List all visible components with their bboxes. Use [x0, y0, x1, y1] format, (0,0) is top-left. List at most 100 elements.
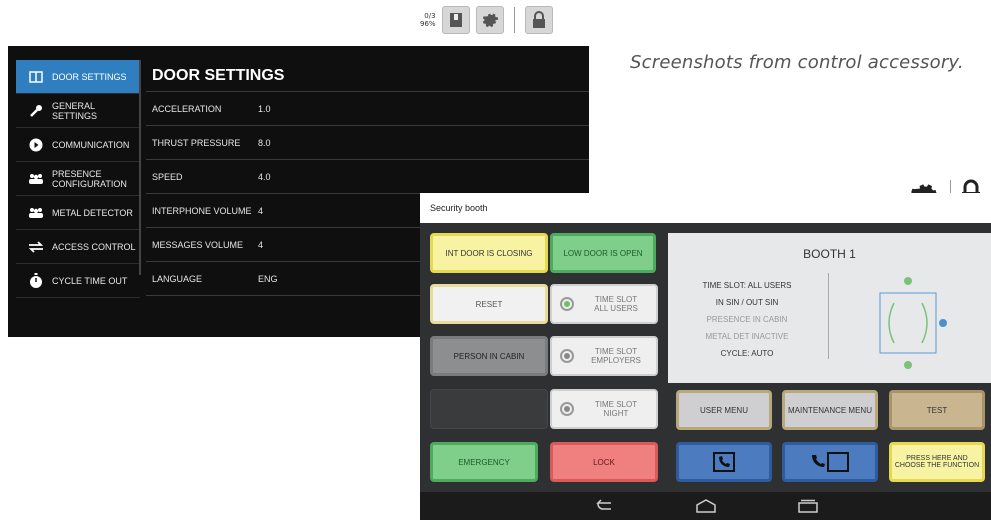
button-label: TIME SLOT EMPLOYERS [591, 347, 641, 365]
button-label: PERSON IN CABIN [453, 351, 525, 361]
booth-info-line: METAL DET INACTIVE [705, 332, 789, 341]
sidebar-scrollbar[interactable] [139, 60, 141, 275]
lock-button[interactable] [524, 6, 553, 34]
sidebar-item-label: ACCESS CONTROL [52, 241, 136, 252]
setting-label: THRUST PRESSURE [152, 137, 241, 148]
settings-button[interactable] [475, 6, 504, 34]
setting-value: 8.0 [258, 137, 271, 148]
person-in-cabin-button[interactable]: PERSON IN CABIN [430, 336, 548, 376]
maintenance-menu-button[interactable]: MAINTENANCE MENU [782, 390, 878, 430]
booth-info-line: PRESENCE IN CABIN [706, 315, 788, 324]
booth-info-line: IN SIN / OUT SIN [715, 298, 779, 307]
test-button[interactable]: TEST [889, 390, 985, 430]
android-nav-bar [420, 492, 991, 520]
security-booth-panel: Security booth INT DOOR IS CLOSING LOW D… [420, 193, 991, 520]
phone-icon [713, 452, 735, 472]
setting-row-acceleration[interactable]: ACCELERATION 1.0 [146, 92, 589, 126]
setting-label: ACCELERATION [152, 103, 222, 114]
stopwatch-icon [28, 272, 44, 289]
sidebar-item-general-settings[interactable]: GENERAL SETTINGS [16, 94, 140, 128]
setting-label: SPEED [152, 171, 183, 182]
home-icon[interactable] [695, 499, 717, 513]
button-label: PRESS HERE AND CHOOSE THE FUNCTION [894, 455, 980, 469]
book-icon [449, 13, 462, 27]
emergency-button[interactable]: EMERGENCY [430, 442, 538, 482]
setting-label: LANGUAGE [152, 273, 203, 284]
lock-button[interactable]: LOCK [550, 442, 658, 482]
play-icon [28, 137, 44, 153]
setting-value: 1.0 [258, 103, 271, 114]
top-status-strip: 0/3 96% [420, 4, 553, 36]
button-label: RESET [475, 299, 503, 309]
sidebar-item-door-settings[interactable]: DOOR SETTINGS [16, 60, 140, 94]
sidebar-item-label: GENERAL SETTINGS [52, 100, 98, 121]
button-label: LOCK [593, 457, 615, 467]
booth-diagram-icon [879, 277, 947, 369]
page-title: DOOR SETTINGS [146, 60, 589, 92]
empty-slot-button[interactable] [430, 389, 548, 429]
sidebar-item-communication[interactable]: COMMUNICATION [16, 128, 140, 162]
settings-sidebar: DOOR SETTINGS GENERAL SETTINGS COMMUNICA… [16, 60, 140, 298]
people-icon [28, 205, 44, 221]
radio-icon [560, 297, 574, 311]
radio-icon [560, 402, 574, 416]
intercom-call-button[interactable] [782, 442, 878, 482]
caption-text: Screenshots from control accessory. [630, 52, 964, 73]
button-label: TEST [926, 405, 948, 415]
setting-label: MESSAGES VOLUME [152, 239, 244, 250]
arrows-icon [28, 239, 44, 255]
button-label: TIME SLOT ALL USERS [594, 295, 638, 313]
door-icon [28, 69, 44, 85]
button-label: USER MENU [699, 405, 748, 415]
people-icon [28, 171, 44, 187]
lock-icon [532, 11, 545, 28]
radio-icon [560, 349, 574, 363]
button-label: LOW DOOR IS OPEN [563, 248, 643, 258]
back-icon[interactable] [593, 499, 615, 513]
int-door-status-button[interactable]: INT DOOR IS CLOSING [430, 233, 548, 273]
user-menu-button[interactable]: USER MENU [676, 390, 772, 430]
setting-value: 4 [258, 239, 264, 250]
press-here-button[interactable]: PRESS HERE AND CHOOSE THE FUNCTION [889, 442, 985, 482]
book-button[interactable] [441, 6, 470, 34]
button-label: MAINTENANCE MENU [787, 405, 872, 415]
sidebar-item-presence-configuration[interactable]: PRESENCE CONFIGURATION [16, 162, 140, 196]
booth-info-line: CYCLE: AUTO [720, 349, 774, 358]
sidebar-item-label: COMMUNICATION [52, 139, 130, 150]
sidebar-item-metal-detector[interactable]: METAL DETECTOR [16, 196, 140, 230]
signal-text: 0/3 [424, 12, 436, 20]
wrench-icon [28, 103, 44, 119]
phone-call-button[interactable] [676, 442, 772, 482]
sidebar-item-label: DOOR SETTINGS [52, 71, 127, 82]
booth-header: Security booth [420, 193, 991, 223]
booth-info-line: TIME SLOT: ALL USERS [702, 281, 792, 290]
battery-text: 96% [420, 20, 436, 28]
sidebar-item-label: PRESENCE CONFIGURATION [52, 168, 127, 189]
sidebar-item-label: METAL DETECTOR [52, 207, 133, 218]
phone-screen-icon [812, 452, 849, 472]
recent-apps-icon[interactable] [797, 499, 819, 513]
sidebar-item-cycle-time-out[interactable]: CYCLE TIME OUT [16, 264, 140, 298]
setting-value: 4 [258, 205, 264, 216]
button-label: TIME SLOT NIGHT [594, 400, 638, 418]
booth-status-card: BOOTH 1 TIME SLOT: ALL USERS IN SIN / OU… [668, 233, 991, 383]
toolbar-divider [513, 7, 515, 33]
card-divider [828, 273, 829, 359]
setting-value: ENG [258, 273, 278, 284]
setting-value: 4.0 [258, 171, 271, 182]
booth-title: BOOTH 1 [803, 247, 856, 261]
button-label: INT DOOR IS CLOSING [445, 248, 533, 258]
sidebar-item-label: CYCLE TIME OUT [52, 275, 128, 286]
setting-row-thrust-pressure[interactable]: THRUST PRESSURE 8.0 [146, 126, 589, 160]
booth-info: TIME SLOT: ALL USERS IN SIN / OUT SIN PR… [682, 277, 812, 362]
button-label: EMERGENCY [458, 457, 510, 467]
setting-row-speed[interactable]: SPEED 4.0 [146, 160, 589, 194]
sidebar-item-access-control[interactable]: ACCESS CONTROL [16, 230, 140, 264]
time-slot-night-button[interactable]: TIME SLOT NIGHT [550, 389, 658, 429]
time-slot-employers-button[interactable]: TIME SLOT EMPLOYERS [550, 336, 658, 376]
time-slot-all-users-button[interactable]: TIME SLOT ALL USERS [550, 284, 658, 324]
gear-icon [482, 13, 498, 28]
reset-button[interactable]: RESET [430, 284, 548, 324]
status-readout: 0/3 96% [420, 12, 436, 28]
low-door-status-button[interactable]: LOW DOOR IS OPEN [550, 233, 656, 273]
